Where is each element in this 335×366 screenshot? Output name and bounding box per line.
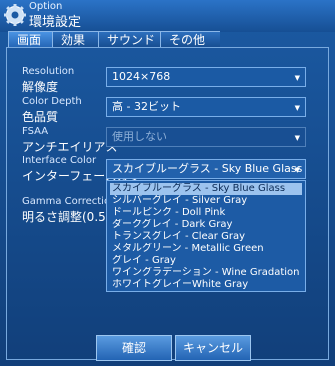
- chevron-down-icon: ▼: [294, 74, 300, 82]
- fsaa-value: 使用しない: [112, 130, 167, 143]
- window-title: 環境設定: [29, 15, 82, 30]
- interface-color-dropdown: スカイブルーグラス - Sky Blue Glass シルバーグレイ - Sil…: [106, 180, 306, 292]
- dropdown-option[interactable]: スカイブルーグラス - Sky Blue Glass: [110, 183, 302, 195]
- tab-other[interactable]: その他: [160, 31, 220, 47]
- color-depth-label: 色品質: [22, 110, 59, 124]
- fsaa-label-en: FSAA: [22, 126, 49, 137]
- dropdown-option[interactable]: ワイングラデーション - Wine Gradation: [110, 267, 302, 279]
- tab-label: サウンド: [107, 33, 156, 47]
- resolution-select[interactable]: 1024×768 ▼: [106, 67, 306, 87]
- title-bar: Option 環境設定: [0, 0, 335, 32]
- chevron-down-icon: ▼: [294, 134, 300, 142]
- fsaa-select[interactable]: 使用しない ▼: [106, 127, 306, 147]
- interface-color-select[interactable]: スカイブルーグラス - Sky Blue Glass ▼: [106, 159, 306, 179]
- dropdown-option[interactable]: グレイ - Gray: [110, 255, 302, 267]
- chevron-down-icon: ▼: [294, 104, 300, 112]
- tab-label: 効果: [61, 33, 86, 47]
- resolution-label: 解像度: [22, 80, 59, 94]
- options-window: Option 環境設定 画面 効果 サウンド その他 Resolution 解像…: [0, 0, 335, 366]
- tab-effects[interactable]: 効果: [52, 31, 98, 47]
- interface-color-value: スカイブルーグラス - Sky Blue Glass: [112, 162, 303, 175]
- chevron-down-icon: ▼: [294, 166, 300, 174]
- resolution-label-en: Resolution: [22, 66, 75, 77]
- interface-color-label-en: Interface Color: [22, 155, 97, 166]
- dropdown-option[interactable]: メタルグリーン - Metallic Green: [110, 243, 302, 255]
- gear-icon: [4, 4, 26, 26]
- tab-label: 画面: [17, 33, 42, 47]
- gamma-label-en: Gamma Correction: [22, 196, 117, 207]
- gamma-label: 明るさ調整(0.50): [22, 210, 119, 224]
- dropdown-option[interactable]: シルバーグレイ - Silver Gray: [110, 195, 302, 207]
- resolution-value: 1024×768: [112, 70, 171, 83]
- cancel-button[interactable]: キャンセル: [175, 335, 251, 361]
- dropdown-option[interactable]: トランスグレイ - Clear Gray: [110, 231, 302, 243]
- dropdown-option[interactable]: ドールピンク - Doll Pink: [110, 207, 302, 219]
- color-depth-label-en: Color Depth: [22, 96, 82, 107]
- tab-display[interactable]: 画面: [8, 31, 52, 47]
- fsaa-label: アンチエイリアス: [22, 140, 118, 154]
- dropdown-option[interactable]: ダークグレイ - Dark Gray: [110, 219, 302, 231]
- dropdown-option[interactable]: ホワイトグレイーWhite Gray: [110, 279, 302, 291]
- color-depth-value: 高 - 32ビット: [112, 100, 181, 113]
- tab-sound[interactable]: サウンド: [98, 31, 160, 47]
- ok-button[interactable]: 確認: [96, 335, 172, 361]
- tab-label: その他: [169, 33, 206, 47]
- color-depth-select[interactable]: 高 - 32ビット ▼: [106, 97, 306, 117]
